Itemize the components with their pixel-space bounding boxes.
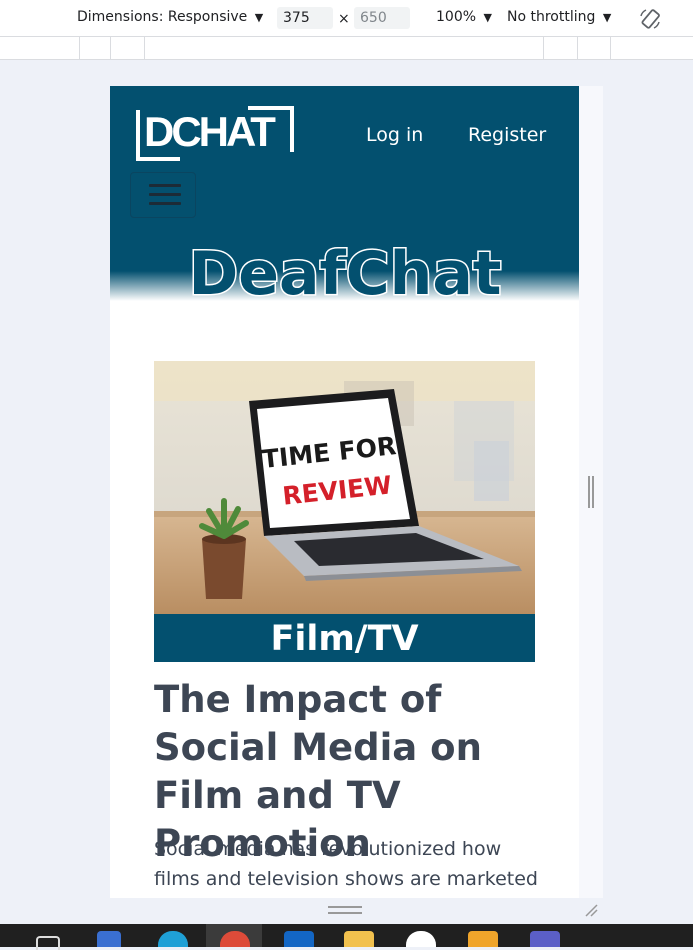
throttling-label: No throttling: [507, 9, 596, 25]
height-input[interactable]: [354, 7, 410, 29]
article-excerpt: Social media has revolutionized how film…: [154, 838, 538, 890]
hamburger-icon: [149, 193, 181, 196]
dimensions-dropdown[interactable]: Dimensions: Responsive ▼: [77, 9, 263, 25]
ruler-segment[interactable]: [79, 37, 80, 59]
width-input[interactable]: [277, 7, 333, 29]
dimensions-label: Dimensions: Responsive: [77, 9, 248, 25]
ruler-segment[interactable]: [577, 37, 578, 59]
chevron-down-icon: ▼: [483, 11, 492, 24]
site-logo[interactable]: DCHAT: [132, 104, 294, 162]
menu-toggle-button[interactable]: [130, 172, 196, 218]
brand-banner: DeafChat: [110, 230, 579, 311]
ruler-segment[interactable]: [110, 37, 111, 59]
login-link[interactable]: Log in: [366, 124, 423, 146]
zoom-dropdown[interactable]: 100% ▼: [436, 9, 492, 25]
times-sign: ×: [338, 11, 350, 27]
folder-icon[interactable]: [344, 931, 374, 947]
article-image[interactable]: TIME FOR REVIEW: [154, 361, 535, 614]
taskbar: [0, 924, 693, 950]
category-label[interactable]: Film/TV: [154, 614, 535, 662]
laptop-illustration: TIME FOR REVIEW: [154, 361, 535, 614]
logo-text: DCHAT: [144, 108, 276, 155]
throttling-dropdown[interactable]: No throttling ▼: [507, 9, 611, 25]
app-icon[interactable]: [468, 931, 498, 947]
rotate-icon[interactable]: [638, 7, 662, 31]
resize-handle-bottom[interactable]: [328, 906, 362, 914]
edge-icon[interactable]: [158, 931, 188, 947]
resize-handle-right[interactable]: [588, 476, 594, 508]
brand-wordmark: DeafChat: [187, 238, 503, 311]
zoom-label: 100%: [436, 9, 477, 25]
media-query-bar[interactable]: [0, 36, 693, 60]
ruler-segment[interactable]: [144, 37, 145, 59]
outlook-icon[interactable]: [284, 931, 314, 947]
resize-corner-icon[interactable]: [584, 903, 598, 917]
teams-icon[interactable]: [530, 931, 560, 947]
hamburger-icon: [149, 184, 181, 187]
settings-icon[interactable]: [97, 931, 121, 947]
chevron-down-icon: ▼: [602, 11, 612, 24]
ruler-segment[interactable]: [610, 37, 611, 59]
ruler-segment[interactable]: [543, 37, 544, 59]
file-explorer-icon[interactable]: [36, 936, 60, 950]
page-viewport: DCHAT Log in Register DeafChat TIME FOR …: [110, 86, 579, 898]
register-link[interactable]: Register: [468, 124, 546, 146]
whatsapp-icon[interactable]: [406, 931, 436, 947]
site-header: DCHAT Log in Register DeafChat: [110, 86, 579, 311]
hamburger-icon: [149, 202, 181, 205]
device-toolbar: Dimensions: Responsive ▼ × 100% ▼ No thr…: [0, 0, 693, 36]
brand-name: DeafChat: [188, 239, 501, 300]
chevron-down-icon: ▼: [254, 11, 264, 24]
